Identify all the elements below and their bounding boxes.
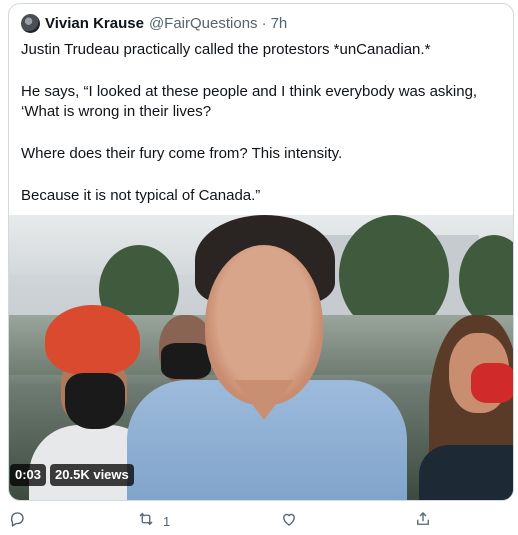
share-button[interactable] <box>414 510 432 533</box>
video-person-left-turban <box>45 305 140 375</box>
share-icon[interactable] <box>414 510 432 533</box>
tweet-paragraph-3: Where does their fury come from? This in… <box>21 145 343 162</box>
separator-dot: · <box>261 15 267 32</box>
like-button[interactable] <box>280 510 298 533</box>
quoted-tweet-card[interactable]: Vivian Krause @FairQuestions · 7h Justin… <box>8 3 514 501</box>
retweet-icon[interactable] <box>137 510 155 533</box>
quoted-tweet-header: Vivian Krause @FairQuestions · 7h <box>21 14 287 33</box>
avatar[interactable] <box>21 14 40 33</box>
like-icon[interactable] <box>280 510 298 533</box>
video-person-middle-mask <box>161 343 211 379</box>
video-info-badges: 0:03 20.5K views <box>10 464 134 486</box>
tweet-text: Justin Trudeau practically called the pr… <box>21 40 501 228</box>
video-person-right-body <box>419 445 513 500</box>
tweet-paragraph-4: Because it is not typical of Canada.” <box>21 187 261 204</box>
reply-icon[interactable] <box>8 510 26 533</box>
video-person-right-mask <box>471 363 513 403</box>
author-name[interactable]: Vivian Krause <box>45 15 144 32</box>
author-handle[interactable]: @FairQuestions <box>149 15 258 32</box>
video-player[interactable] <box>9 215 513 500</box>
retweet-button[interactable]: 1 <box>137 510 170 533</box>
retweet-count: 1 <box>163 514 171 529</box>
tweet-paragraph-1: Justin Trudeau practically called the pr… <box>21 41 431 58</box>
reply-button[interactable] <box>8 510 26 533</box>
tweet-paragraph-2: He says, “I looked at these people and I… <box>21 83 478 120</box>
video-duration: 0:03 <box>10 464 47 486</box>
video-views: 20.5K views <box>50 464 134 486</box>
video-person-left-mask <box>65 373 125 429</box>
tweet-action-bar: 1 <box>0 508 518 534</box>
timestamp[interactable]: 7h <box>271 15 288 32</box>
